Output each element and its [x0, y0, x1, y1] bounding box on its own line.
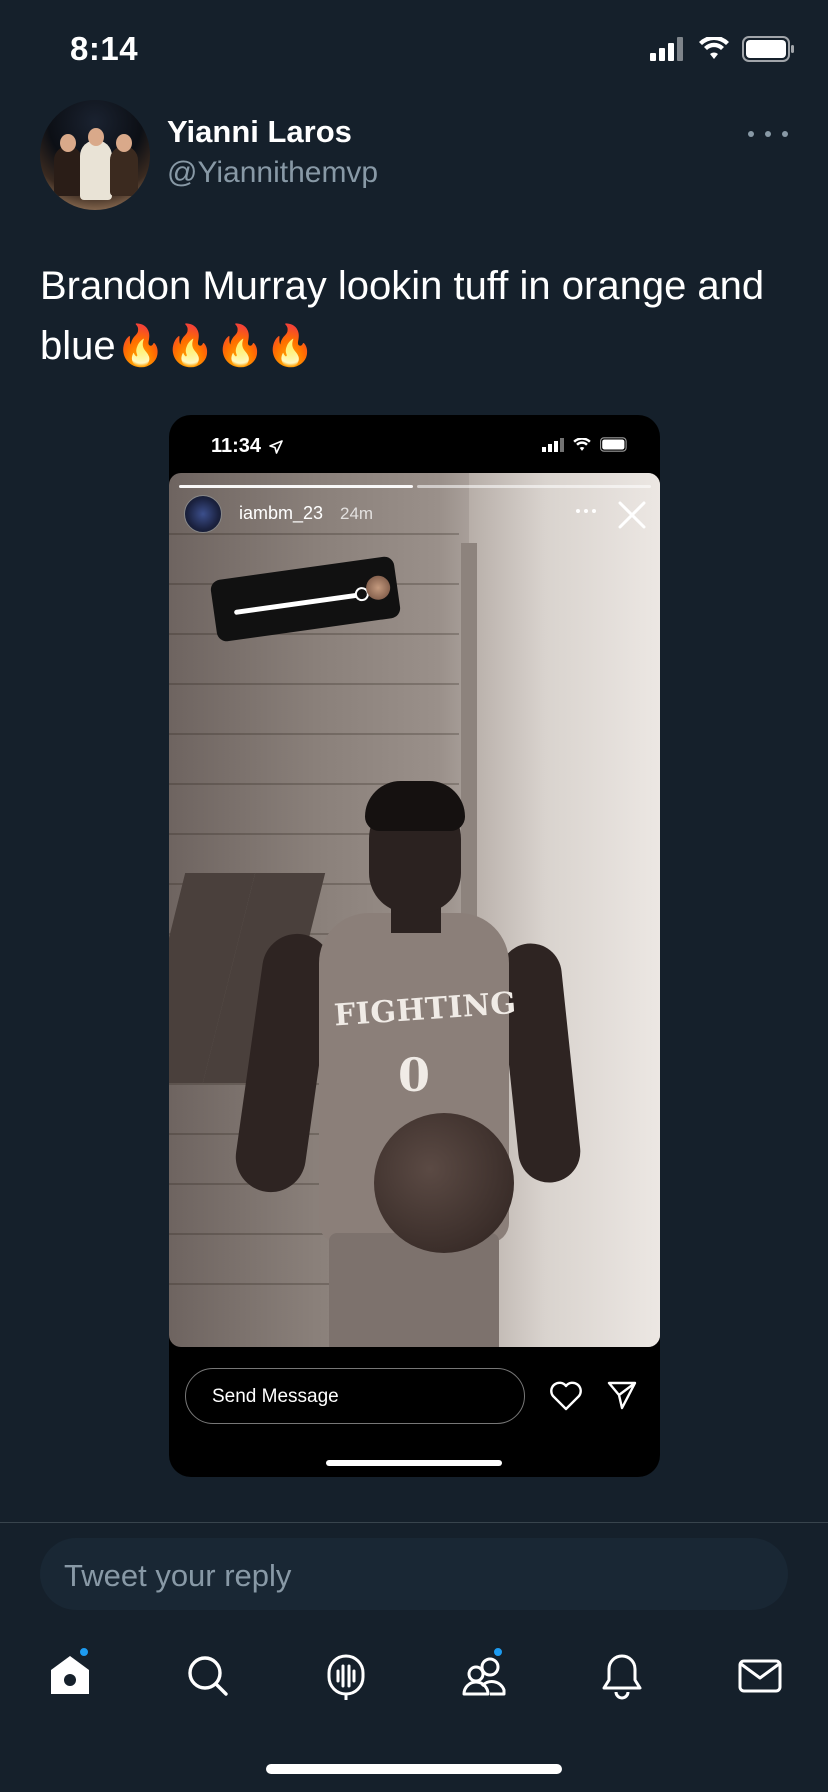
story-status-bar: 11:34: [169, 415, 660, 475]
home-badge: [78, 1646, 90, 1658]
heart-icon[interactable]: [549, 1381, 583, 1411]
tab-home[interactable]: [44, 1646, 96, 1702]
mail-icon: [738, 1659, 782, 1693]
cellular-signal-icon: [650, 37, 683, 61]
battery-icon: [742, 36, 794, 62]
search-icon: [188, 1656, 228, 1696]
battery-icon: [600, 437, 627, 452]
wifi-icon: [699, 37, 729, 59]
home-indicator: [266, 1764, 562, 1774]
story-user-avatar[interactable]: [184, 495, 222, 533]
tweet-text: Brandon Murray lookin tuff in orange and…: [40, 256, 800, 376]
cellular-signal-icon: [542, 437, 564, 452]
fire-emojis: 🔥🔥🔥🔥: [115, 323, 315, 369]
reply-placeholder: Tweet your reply: [64, 1558, 292, 1593]
more-dot: [765, 131, 771, 137]
communities-icon: [462, 1657, 506, 1696]
author-handle[interactable]: @Yiannithemvp: [167, 156, 378, 190]
status-bar: 8:14: [0, 0, 828, 100]
story-status-time: 11:34: [211, 435, 283, 458]
tab-notifications[interactable]: [596, 1650, 648, 1702]
slider-emoji: [364, 574, 392, 602]
send-message-placeholder: Send Message: [212, 1386, 339, 1407]
slider-track: [233, 591, 364, 616]
close-icon[interactable]: [614, 497, 650, 533]
tab-search[interactable]: [182, 1650, 234, 1702]
home-icon: [51, 1656, 89, 1694]
wifi-icon: [573, 437, 591, 451]
story-progress-bar: [417, 485, 651, 488]
player-shorts: [329, 1233, 499, 1347]
story-progress-bar: [179, 485, 413, 488]
spaces-icon: [327, 1654, 365, 1700]
tab-spaces[interactable]: [320, 1650, 372, 1702]
send-icon[interactable]: [606, 1379, 638, 1411]
more-dot: [782, 131, 788, 137]
send-message-input[interactable]: Send Message: [185, 1368, 525, 1424]
author-avatar[interactable]: [40, 100, 150, 210]
status-time: 8:14: [70, 30, 139, 67]
story-home-indicator: [326, 1460, 502, 1466]
story-age: 24m: [340, 504, 374, 523]
tab-messages[interactable]: [734, 1650, 786, 1702]
player-hair: [365, 781, 465, 831]
divider: [0, 1522, 828, 1523]
bell-icon: [602, 1654, 642, 1700]
emoji-slider-sticker[interactable]: [209, 555, 402, 643]
status-icons: [650, 36, 796, 62]
more-options-button[interactable]: [748, 124, 788, 144]
communities-badge: [492, 1646, 504, 1658]
story-more-icon[interactable]: [576, 509, 596, 513]
author-name[interactable]: Yianni Laros: [167, 114, 352, 150]
story-image: FIGHTING 0 iambm_23 24m: [169, 473, 660, 1347]
tweet-media-image[interactable]: 11:34 FIGHTING 0 iambm_23 24m Send Messa…: [169, 415, 660, 1477]
more-dot: [748, 131, 754, 137]
story-status-icons: [542, 437, 630, 452]
jersey-number: 0: [397, 1048, 430, 1102]
basketball: [374, 1113, 514, 1253]
location-arrow-icon: [268, 439, 283, 454]
reply-input[interactable]: Tweet your reply: [40, 1538, 788, 1610]
tab-communities[interactable]: [458, 1646, 510, 1702]
story-username[interactable]: iambm_23: [239, 503, 323, 524]
